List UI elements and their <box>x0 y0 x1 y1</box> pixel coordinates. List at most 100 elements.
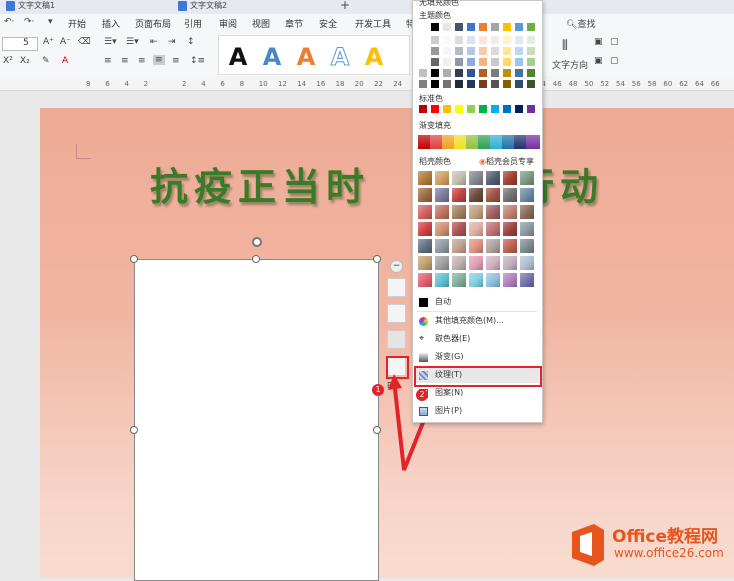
docer-texture-swatch[interactable] <box>435 205 449 219</box>
standard-color-swatch[interactable] <box>443 105 451 113</box>
tab-view[interactable]: 视图 <box>252 17 270 30</box>
docer-texture-swatch[interactable] <box>469 256 483 270</box>
picture-item[interactable]: 图片(P) <box>415 403 539 419</box>
tab-developer[interactable]: 开发工具 <box>355 17 391 30</box>
auto-item[interactable]: 自动 <box>415 294 539 310</box>
docer-texture-swatch[interactable] <box>503 256 517 270</box>
tab-section[interactable]: 章节 <box>285 17 303 30</box>
docer-texture-swatch[interactable] <box>486 205 500 219</box>
standard-color-swatch[interactable] <box>467 105 475 113</box>
docer-texture-swatch[interactable] <box>435 188 449 202</box>
docer-texture-swatch[interactable] <box>418 256 432 270</box>
docer-texture-swatch[interactable] <box>469 273 483 287</box>
highlight-icon[interactable]: ✎ <box>42 56 50 66</box>
align-right-icon[interactable]: ≡ <box>138 56 146 66</box>
theme-color-swatch[interactable] <box>503 58 511 66</box>
font-size-field[interactable]: 5 <box>2 37 38 51</box>
theme-color-swatch[interactable] <box>455 69 463 77</box>
justify-icon[interactable]: ≡ <box>153 55 165 65</box>
docer-texture-swatch[interactable] <box>503 171 517 185</box>
theme-color-swatch[interactable] <box>443 69 451 77</box>
docer-texture-swatch[interactable] <box>520 239 534 253</box>
collapse-icon[interactable]: − <box>390 260 403 273</box>
docer-texture-swatch[interactable] <box>452 222 466 236</box>
docer-texture-swatch[interactable] <box>520 171 534 185</box>
docer-texture-swatch[interactable] <box>469 205 483 219</box>
docer-texture-swatch[interactable] <box>452 205 466 219</box>
theme-color-swatch[interactable] <box>455 36 463 44</box>
docer-texture-swatch[interactable] <box>469 222 483 236</box>
theme-color-swatch[interactable] <box>503 36 511 44</box>
theme-color-swatch[interactable] <box>527 58 535 66</box>
docer-texture-swatch[interactable] <box>452 273 466 287</box>
more-icon[interactable]: ▾ <box>48 17 53 27</box>
art-style-5[interactable]: A <box>359 42 389 72</box>
no-fill-item[interactable]: 无填充颜色 <box>419 0 459 8</box>
docer-texture-swatch[interactable] <box>435 256 449 270</box>
docer-texture-swatch[interactable] <box>418 205 432 219</box>
standard-color-swatch[interactable] <box>419 105 427 113</box>
shrink-font-icon[interactable]: A⁻ <box>60 37 71 47</box>
theme-color-swatch[interactable] <box>419 58 427 66</box>
layout-options-icon[interactable] <box>387 278 406 297</box>
fill-icon[interactable] <box>387 330 406 349</box>
document-tab-1[interactable]: 文字文稿1 <box>4 0 55 14</box>
theme-color-swatch[interactable] <box>515 23 523 31</box>
theme-color-swatch[interactable] <box>443 80 451 88</box>
standard-color-swatch[interactable] <box>455 105 463 113</box>
docer-texture-swatch[interactable] <box>418 239 432 253</box>
docer-texture-swatch[interactable] <box>418 171 432 185</box>
docer-texture-swatch[interactable] <box>520 222 534 236</box>
theme-color-swatch[interactable] <box>431 36 439 44</box>
docer-texture-swatch[interactable] <box>503 273 517 287</box>
theme-color-swatch[interactable] <box>419 80 427 88</box>
theme-color-swatch[interactable] <box>515 58 523 66</box>
undo-icon[interactable]: ↶· <box>4 17 14 27</box>
indent-icon[interactable]: ⇥ <box>168 37 176 47</box>
font-color-icon[interactable]: A <box>62 56 68 66</box>
theme-color-swatch[interactable] <box>515 36 523 44</box>
docer-texture-swatch[interactable] <box>452 239 466 253</box>
picture-icon[interactable]: ▣ <box>594 56 603 66</box>
theme-color-swatch[interactable] <box>527 23 535 31</box>
docer-texture-swatch[interactable] <box>418 188 432 202</box>
docer-texture-swatch[interactable] <box>520 188 534 202</box>
theme-color-swatch[interactable] <box>527 80 535 88</box>
theme-color-swatch[interactable] <box>443 58 451 66</box>
resize-handle-top[interactable] <box>252 255 260 263</box>
pattern-item[interactable]: 图案(N) <box>415 385 539 401</box>
theme-color-swatch[interactable] <box>515 47 523 55</box>
theme-color-swatch[interactable] <box>527 36 535 44</box>
art-style-1[interactable]: A <box>223 42 253 72</box>
theme-color-swatch[interactable] <box>455 58 463 66</box>
docer-texture-swatch[interactable] <box>435 171 449 185</box>
art-style-4[interactable]: A <box>325 42 355 72</box>
theme-color-swatch[interactable] <box>491 23 499 31</box>
theme-color-swatch[interactable] <box>503 69 511 77</box>
bullets-icon[interactable]: ☰▾ <box>104 37 117 47</box>
tab-page-layout[interactable]: 页面布局 <box>135 17 171 30</box>
theme-color-swatch[interactable] <box>467 80 475 88</box>
tab-home[interactable]: 开始 <box>68 17 86 30</box>
superscript-icon[interactable]: X² <box>3 56 13 66</box>
document-tab-2[interactable]: 文字文稿2 <box>176 0 227 14</box>
subscript-icon[interactable]: X₂ <box>20 56 30 66</box>
theme-color-swatch[interactable] <box>419 36 427 44</box>
tab-review[interactable]: 审阅 <box>219 17 237 30</box>
sort-icon[interactable]: ↕ <box>187 37 195 47</box>
resize-handle-top-left[interactable] <box>130 255 138 263</box>
docer-texture-swatch[interactable] <box>469 171 483 185</box>
standard-color-swatch[interactable] <box>479 105 487 113</box>
docer-texture-swatch[interactable] <box>503 205 517 219</box>
docer-texture-swatch[interactable] <box>418 222 432 236</box>
resize-handle-top-right[interactable] <box>373 255 381 263</box>
theme-color-swatch[interactable] <box>443 23 451 31</box>
docer-texture-swatch[interactable] <box>520 273 534 287</box>
theme-color-swatch[interactable] <box>443 47 451 55</box>
theme-color-swatch[interactable] <box>503 23 511 31</box>
tab-references[interactable]: 引用 <box>184 17 202 30</box>
theme-color-swatch[interactable] <box>431 23 439 31</box>
gradient-item[interactable]: 渐变(G) <box>415 349 539 365</box>
align-left-icon[interactable]: ≡ <box>104 56 112 66</box>
theme-color-swatch[interactable] <box>479 23 487 31</box>
